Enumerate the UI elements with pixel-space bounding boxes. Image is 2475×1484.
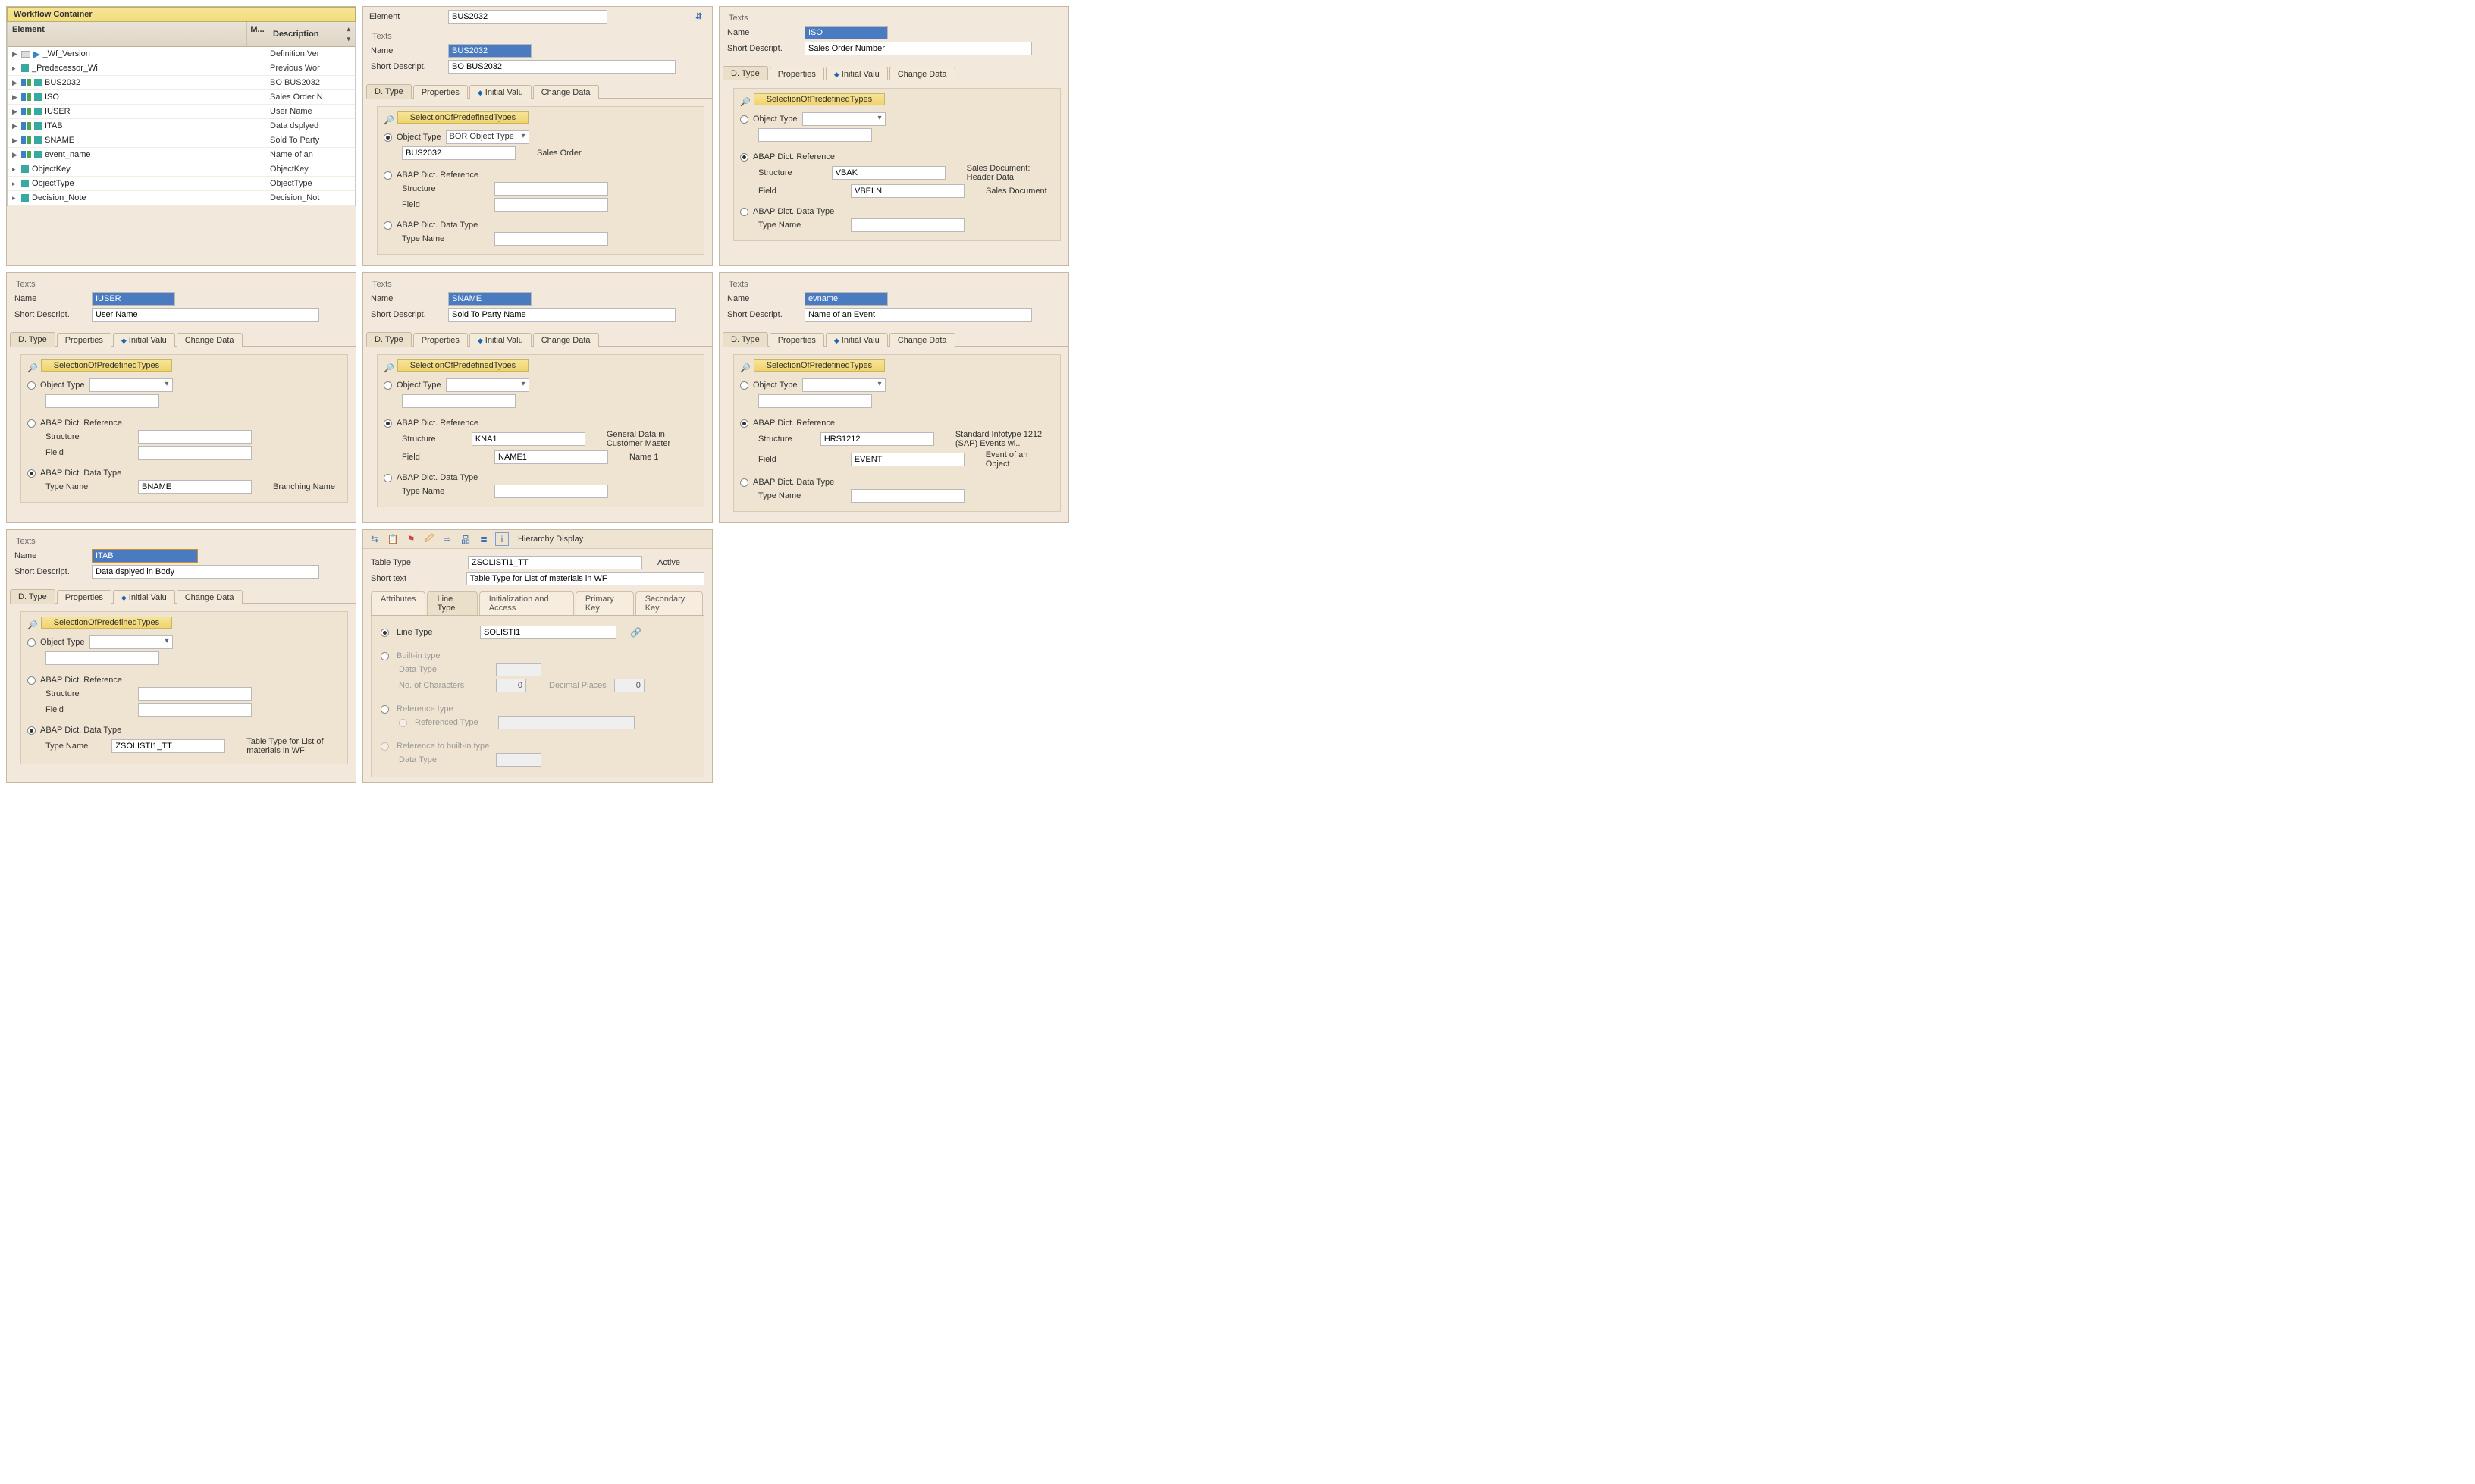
tab-secondarykey[interactable]: Secondary Key	[635, 591, 703, 615]
tab-attributes[interactable]: Attributes	[371, 591, 425, 615]
shortdesc-input[interactable]	[448, 60, 676, 74]
name-input[interactable]	[448, 44, 532, 58]
shorttext-input[interactable]	[466, 572, 704, 585]
group-icon[interactable]: 🔎	[740, 97, 751, 107]
typename-input[interactable]	[494, 232, 608, 246]
radio-abapref[interactable]	[740, 153, 748, 162]
scroll-arrows[interactable]: ▴▾	[347, 25, 350, 43]
element-input[interactable]	[448, 10, 607, 24]
group-predefined-types: 🔎 SelectionOfPredefinedTypes Object Type…	[377, 106, 704, 255]
panel-evname: Texts Name Short Descript. D. Type Prope…	[719, 272, 1069, 523]
struct-input[interactable]	[832, 166, 946, 180]
panel-iso: Texts Name Short Descript. D. Type Prope…	[719, 6, 1069, 266]
tab-initial: ◆Initial Valu	[469, 85, 532, 99]
group-icon[interactable]: 🔎	[384, 115, 394, 125]
bor-desc: Sales Order	[537, 149, 582, 158]
status-active: Active	[657, 558, 680, 567]
radio-reftype[interactable]	[381, 705, 389, 714]
table-row[interactable]: ▶BUS2032BO BUS2032	[8, 76, 355, 90]
tab-dtype[interactable]: D. Type	[366, 84, 412, 99]
tool-append-icon[interactable]: ≣	[477, 532, 491, 546]
tool-info-icon[interactable]: i	[495, 532, 509, 546]
bor-input[interactable]	[402, 146, 516, 160]
tabstrip: D. Type Properties ◆Initial Valu Change …	[366, 83, 712, 99]
table-row[interactable]: ▶ITABData dsplyed	[8, 119, 355, 133]
panel-itab: Texts Name Short Descript. D. Type Prope…	[6, 529, 356, 783]
table-row[interactable]: ▶ISOSales Order N	[8, 90, 355, 105]
container-title: Workflow Container	[7, 7, 356, 22]
shortdesc-input[interactable]	[805, 42, 1032, 55]
table-row[interactable]: ▸_Predecessor_WiPrevious Wor	[8, 61, 355, 76]
radio-objecttype[interactable]	[384, 133, 392, 142]
table-row[interactable]: ▸ObjectTypeObjectType	[8, 177, 355, 191]
col-element[interactable]: Element	[8, 22, 247, 46]
panel-bus2032: Element ⇵ Texts Name Short Descript. D. …	[362, 6, 713, 266]
tab-primarykey[interactable]: Primary Key	[576, 591, 634, 615]
tab-changedata[interactable]: Change Data	[533, 85, 599, 99]
field-input[interactable]	[494, 198, 608, 212]
tab-linetype[interactable]: Line Type	[427, 591, 477, 615]
label-element: Element	[369, 12, 439, 21]
linetype-input[interactable]	[480, 626, 616, 639]
tab-properties[interactable]: Properties	[413, 85, 468, 99]
name-input[interactable]	[805, 26, 888, 39]
panel-iuser: Texts Name Short Descript. D. Type Prope…	[6, 272, 356, 523]
table-row[interactable]: ▶▶_Wf_VersionDefinition Ver	[8, 47, 355, 61]
tool-check-icon[interactable]: ⚑	[404, 532, 418, 546]
table-row[interactable]: ▸ObjectKeyObjectKey	[8, 162, 355, 177]
tab-changedata[interactable]: Change Data	[889, 67, 955, 80]
tab-initial[interactable]: ◆Initial Valu	[826, 67, 888, 80]
table-row[interactable]: ▶event_nameName of an	[8, 148, 355, 162]
panel-workflow-container: Workflow Container Element M... Descript…	[6, 6, 356, 266]
tt-tabstrip: Attributes Line Type Initialization and …	[371, 591, 704, 616]
panel-tabletype: ⇆ 📋 ⚑ 🖉 ⇨ 品 ≣ i Hierarchy Display Table …	[362, 529, 713, 783]
objecttype-dropdown[interactable]	[802, 112, 886, 126]
table-row[interactable]: ▸Decision_NoteDecision_Not	[8, 191, 355, 206]
table-row[interactable]: ▶IUSERUser Name	[8, 105, 355, 119]
tool-whereused-icon[interactable]: ⇨	[441, 532, 454, 546]
tool-clipboard-icon[interactable]: 📋	[386, 532, 400, 546]
tab-init[interactable]: Initialization and Access	[479, 591, 574, 615]
objecttype-dropdown[interactable]: BOR Object Type	[446, 130, 529, 144]
tab-dtype[interactable]: D. Type	[723, 66, 768, 80]
radio-abapref[interactable]	[384, 171, 392, 180]
table-row[interactable]: ▶SNAMESold To Party	[8, 133, 355, 148]
radio-linetype[interactable]	[381, 629, 389, 637]
chain-icon[interactable]: 🔗	[630, 627, 641, 638]
group-header: SelectionOfPredefinedTypes	[397, 111, 529, 124]
tab-properties[interactable]: Properties	[770, 67, 824, 80]
toolbar: ⇆ 📋 ⚑ 🖉 ⇨ 品 ≣ i Hierarchy Display	[363, 530, 712, 549]
panel-sname: Texts Name Short Descript. D. Type Prope…	[362, 272, 713, 523]
tabletype-input[interactable]	[468, 556, 642, 569]
struct-input[interactable]	[494, 182, 608, 196]
table-header: Element M... Description ▴▾	[8, 22, 355, 47]
radio-abaptype[interactable]	[384, 221, 392, 230]
f4-icon[interactable]: ⇵	[695, 11, 706, 22]
section-texts: Texts	[371, 30, 704, 42]
col-description[interactable]: Description	[273, 30, 319, 39]
name-input[interactable]	[92, 292, 175, 306]
container-rows: ▶▶_Wf_VersionDefinition Ver▸_Predecessor…	[8, 47, 355, 206]
radio-builtin[interactable]	[381, 652, 389, 660]
field-input[interactable]	[851, 184, 965, 198]
tool-transport-icon[interactable]: ⇆	[368, 532, 381, 546]
radio-objecttype[interactable]	[740, 115, 748, 124]
tool-hierarchy-icon[interactable]: 品	[459, 532, 472, 546]
tool-activate-icon[interactable]: 🖉	[422, 532, 436, 546]
radio-abaptype[interactable]	[740, 208, 748, 216]
col-m[interactable]: M...	[247, 22, 268, 46]
